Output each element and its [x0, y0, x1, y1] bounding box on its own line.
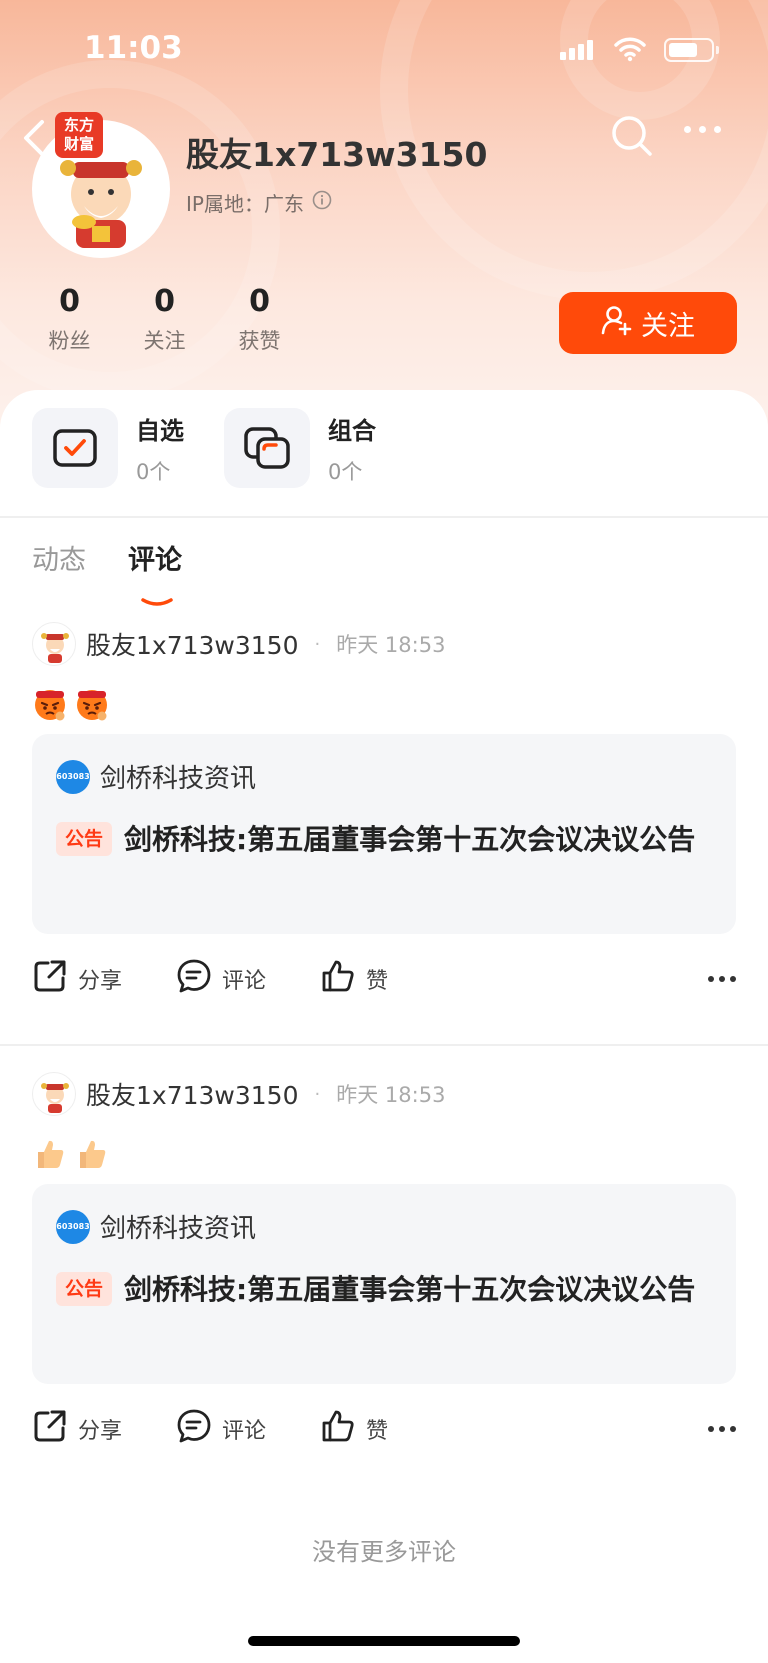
post-header: 股友1x713w3150 · 昨天 18:53: [32, 1072, 445, 1116]
brand-logo: 东方 财富: [55, 112, 103, 158]
comment-button[interactable]: 评论: [176, 958, 266, 1000]
stat-fans[interactable]: 0 粉丝: [22, 284, 117, 355]
like-label: 赞: [366, 969, 389, 994]
like-label: 赞: [366, 1419, 389, 1444]
news-title-text: 剑桥科技:第五届董事会第十五次会议决议公告: [124, 1273, 696, 1306]
avatar[interactable]: [32, 622, 76, 666]
post-emojis: [32, 686, 110, 726]
profile-header: 11:03 东方 财富 股友1x713w3150 IP属地：广东 0 粉丝 0 …: [0, 0, 768, 430]
stat-likes-label: 获赞: [238, 329, 281, 353]
thumbs-up-icon: [320, 958, 356, 1000]
more-options-icon[interactable]: [684, 126, 721, 133]
profile-content: 自选 0个 组合 0个 动态 评论: [0, 390, 768, 1663]
quick-portfolio-title: 组合: [328, 416, 376, 445]
angry-face-emoji: [32, 686, 68, 726]
comment-label: 评论: [222, 1419, 267, 1444]
share-button[interactable]: 分享: [32, 958, 122, 1000]
news-source[interactable]: 603083 剑桥科技资讯: [56, 758, 256, 795]
post-divider: [0, 1044, 768, 1046]
search-icon[interactable]: [610, 114, 654, 162]
no-more-comments: 没有更多评论: [312, 1538, 456, 1566]
brand-logo-line1: 东方: [63, 116, 94, 134]
news-title-text: 剑桥科技:第五届董事会第十五次会议决议公告: [124, 823, 696, 856]
profile-stats: 0 粉丝 0 关注 0 获赞: [22, 284, 307, 355]
tab-activity[interactable]: 动态: [32, 538, 86, 577]
stock-code-badge: 603083: [56, 1209, 90, 1244]
content-tabs: 动态 评论: [32, 538, 182, 606]
more-icon[interactable]: [708, 1426, 736, 1432]
checkbox-icon: [32, 408, 118, 488]
share-label: 分享: [78, 969, 123, 994]
status-time: 11:03: [84, 30, 183, 66]
follow-button[interactable]: 关注: [559, 292, 737, 354]
announcement-tag: 公告: [56, 822, 113, 856]
info-icon[interactable]: [312, 190, 332, 215]
post-actions: 分享 评论 赞: [32, 1408, 736, 1450]
comment-button[interactable]: 评论: [176, 1408, 266, 1450]
post-separator: ·: [314, 633, 321, 655]
post-actions: 分享 评论 赞: [32, 958, 736, 1000]
news-source-name: 剑桥科技资讯: [100, 764, 257, 794]
ip-location: IP属地：广东: [186, 188, 332, 217]
comment-icon: [176, 1408, 212, 1450]
stat-fans-label: 粉丝: [48, 329, 91, 353]
avatar[interactable]: [32, 1072, 76, 1116]
battery-icon: [664, 38, 719, 62]
ip-location-label: IP属地：广东: [186, 192, 304, 216]
add-user-icon: [601, 304, 633, 343]
share-icon: [32, 1408, 68, 1450]
like-button[interactable]: 赞: [320, 958, 388, 1000]
stat-following-label: 关注: [143, 329, 186, 353]
share-icon: [32, 958, 68, 1000]
post-emojis: [32, 1136, 110, 1176]
post-time: 昨天 18:53: [336, 1083, 446, 1107]
quick-watchlist-count: 0个: [136, 459, 171, 484]
thumbs-up-emoji: [32, 1136, 68, 1176]
news-source[interactable]: 603083 剑桥科技资讯: [56, 1208, 256, 1245]
quick-entries: 自选 0个 组合 0个: [32, 408, 376, 488]
post-header: 股友1x713w3150 · 昨天 18:53: [32, 622, 445, 666]
stack-icon: [224, 408, 310, 488]
share-label: 分享: [78, 1419, 123, 1444]
thumbs-up-emoji: [74, 1136, 110, 1176]
wifi-icon: [614, 36, 646, 66]
quick-portfolio[interactable]: 组合 0个: [224, 408, 376, 488]
thumbs-up-icon: [320, 1408, 356, 1450]
tab-comments-label: 评论: [128, 545, 182, 576]
stat-likes[interactable]: 0 获赞: [212, 284, 307, 355]
more-icon[interactable]: [708, 976, 736, 982]
post-author[interactable]: 股友1x713w3150: [86, 1076, 299, 1112]
tab-comments[interactable]: 评论: [128, 538, 182, 606]
announcement-tag: 公告: [56, 1272, 113, 1306]
angry-face-emoji: [74, 686, 110, 726]
follow-button-label: 关注: [641, 310, 695, 342]
like-button[interactable]: 赞: [320, 1408, 388, 1450]
home-indicator[interactable]: [248, 1636, 520, 1646]
news-title: 公告 剑桥科技:第五届董事会第十五次会议决议公告: [56, 1266, 716, 1314]
section-divider: [0, 516, 768, 518]
stat-following[interactable]: 0 关注: [117, 284, 212, 355]
news-card[interactable]: 603083 剑桥科技资讯 公告 剑桥科技:第五届董事会第十五次会议决议公告: [32, 1184, 736, 1384]
stat-following-value: 0: [154, 284, 175, 319]
stock-code-badge: 603083: [56, 759, 90, 794]
post-author[interactable]: 股友1x713w3150: [86, 626, 299, 662]
news-source-name: 剑桥科技资讯: [100, 1214, 257, 1244]
quick-watchlist-title: 自选: [136, 416, 184, 445]
post-separator: ·: [314, 1083, 321, 1105]
quick-portfolio-count: 0个: [328, 459, 363, 484]
profile-username: 股友1x713w3150: [186, 135, 488, 174]
news-title: 公告 剑桥科技:第五届董事会第十五次会议决议公告: [56, 816, 716, 864]
news-card[interactable]: 603083 剑桥科技资讯 公告 剑桥科技:第五届董事会第十五次会议决议公告: [32, 734, 736, 934]
stat-fans-value: 0: [59, 284, 80, 319]
share-button[interactable]: 分享: [32, 1408, 122, 1450]
quick-watchlist[interactable]: 自选 0个: [32, 408, 184, 488]
status-bar: 11:03: [0, 0, 768, 100]
comment-icon: [176, 958, 212, 1000]
cellular-signal-icon: [560, 40, 593, 60]
brand-logo-line2: 财富: [63, 135, 94, 153]
active-tab-indicator: [140, 584, 174, 615]
stat-likes-value: 0: [249, 284, 270, 319]
comment-label: 评论: [222, 969, 267, 994]
post-time: 昨天 18:53: [336, 633, 446, 657]
